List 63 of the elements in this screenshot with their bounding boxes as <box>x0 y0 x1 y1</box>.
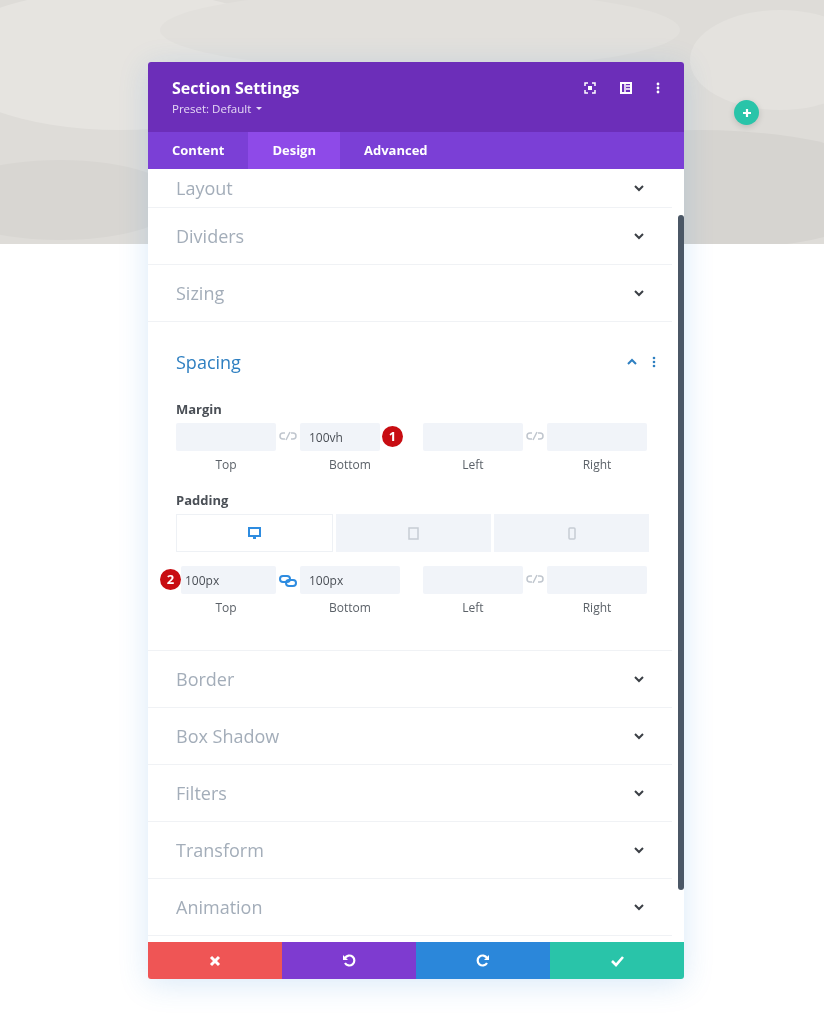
chevron-up-icon[interactable] <box>627 358 637 366</box>
field-label: Padding <box>176 491 230 509</box>
number-badge: 2 <box>160 569 181 590</box>
unlink-icon[interactable] <box>526 574 544 584</box>
desktop-icon <box>248 527 261 539</box>
chevron-down-icon[interactable] <box>634 675 644 683</box>
field-caption: Bottom <box>329 600 371 616</box>
section-title[interactable]: Border <box>176 667 235 691</box>
section-title[interactable]: Transform <box>176 838 264 862</box>
chevron-down-icon[interactable] <box>634 289 644 297</box>
undo-icon <box>342 953 356 968</box>
tablet-icon <box>408 526 419 540</box>
section-title[interactable]: Layout <box>176 176 233 200</box>
field-label: Margin <box>176 400 223 418</box>
caret-icon <box>256 107 263 110</box>
section-title[interactable]: Dividers <box>176 224 245 248</box>
field-caption: Right <box>582 600 612 616</box>
device-tab[interactable] <box>176 514 333 552</box>
input-field[interactable]: 100px <box>181 566 276 594</box>
field-caption: Bottom <box>329 457 371 473</box>
link-icon[interactable] <box>279 574 297 588</box>
input-field[interactable]: 100vh <box>300 423 380 451</box>
section-title[interactable]: Spacing <box>176 350 241 374</box>
number-badge: 1 <box>382 426 403 447</box>
section-title[interactable]: Box Shadow <box>176 724 280 748</box>
field-caption: Left <box>462 457 484 473</box>
phone-icon <box>567 526 576 540</box>
split-view-icon[interactable] <box>620 82 632 94</box>
section-title[interactable]: Filters <box>176 781 227 805</box>
chevron-down-icon[interactable] <box>634 732 644 740</box>
scrollbar[interactable] <box>678 215 684 890</box>
redo-button[interactable] <box>416 942 550 979</box>
panel-title: Section Settings <box>172 78 300 98</box>
chevron-down-icon[interactable] <box>634 789 644 797</box>
device-tab[interactable] <box>494 514 649 552</box>
redo-icon <box>476 953 490 968</box>
section-title[interactable]: Sizing <box>176 281 225 305</box>
tab[interactable]: Content <box>148 132 249 169</box>
focus-icon[interactable] <box>584 82 596 94</box>
close-icon <box>209 954 221 967</box>
plus-icon <box>741 107 752 118</box>
chevron-down-icon[interactable] <box>634 903 644 911</box>
tab[interactable]: Design <box>248 132 340 169</box>
chevron-down-icon[interactable] <box>634 846 644 854</box>
tab[interactable]: Advanced <box>340 132 452 169</box>
field-caption: Left <box>462 600 484 616</box>
section-title[interactable]: Animation <box>176 895 263 919</box>
field-caption: Top <box>215 457 237 473</box>
chevron-down-icon[interactable] <box>634 232 644 240</box>
chevron-down-icon[interactable] <box>634 184 644 192</box>
device-tab[interactable] <box>336 514 491 552</box>
check-icon <box>610 954 624 967</box>
more-icon[interactable] <box>656 82 660 94</box>
more-icon[interactable] <box>652 356 656 368</box>
preset-dropdown[interactable]: Preset: Default <box>172 101 300 116</box>
unlink-icon[interactable] <box>279 431 297 441</box>
field-caption: Top <box>215 600 237 616</box>
save-button[interactable] <box>550 942 684 979</box>
unlink-icon[interactable] <box>526 431 544 441</box>
input-field[interactable]: 100px <box>300 566 400 594</box>
field-caption: Right <box>582 457 612 473</box>
undo-button[interactable] <box>282 942 416 979</box>
cancel-button[interactable] <box>148 942 282 979</box>
